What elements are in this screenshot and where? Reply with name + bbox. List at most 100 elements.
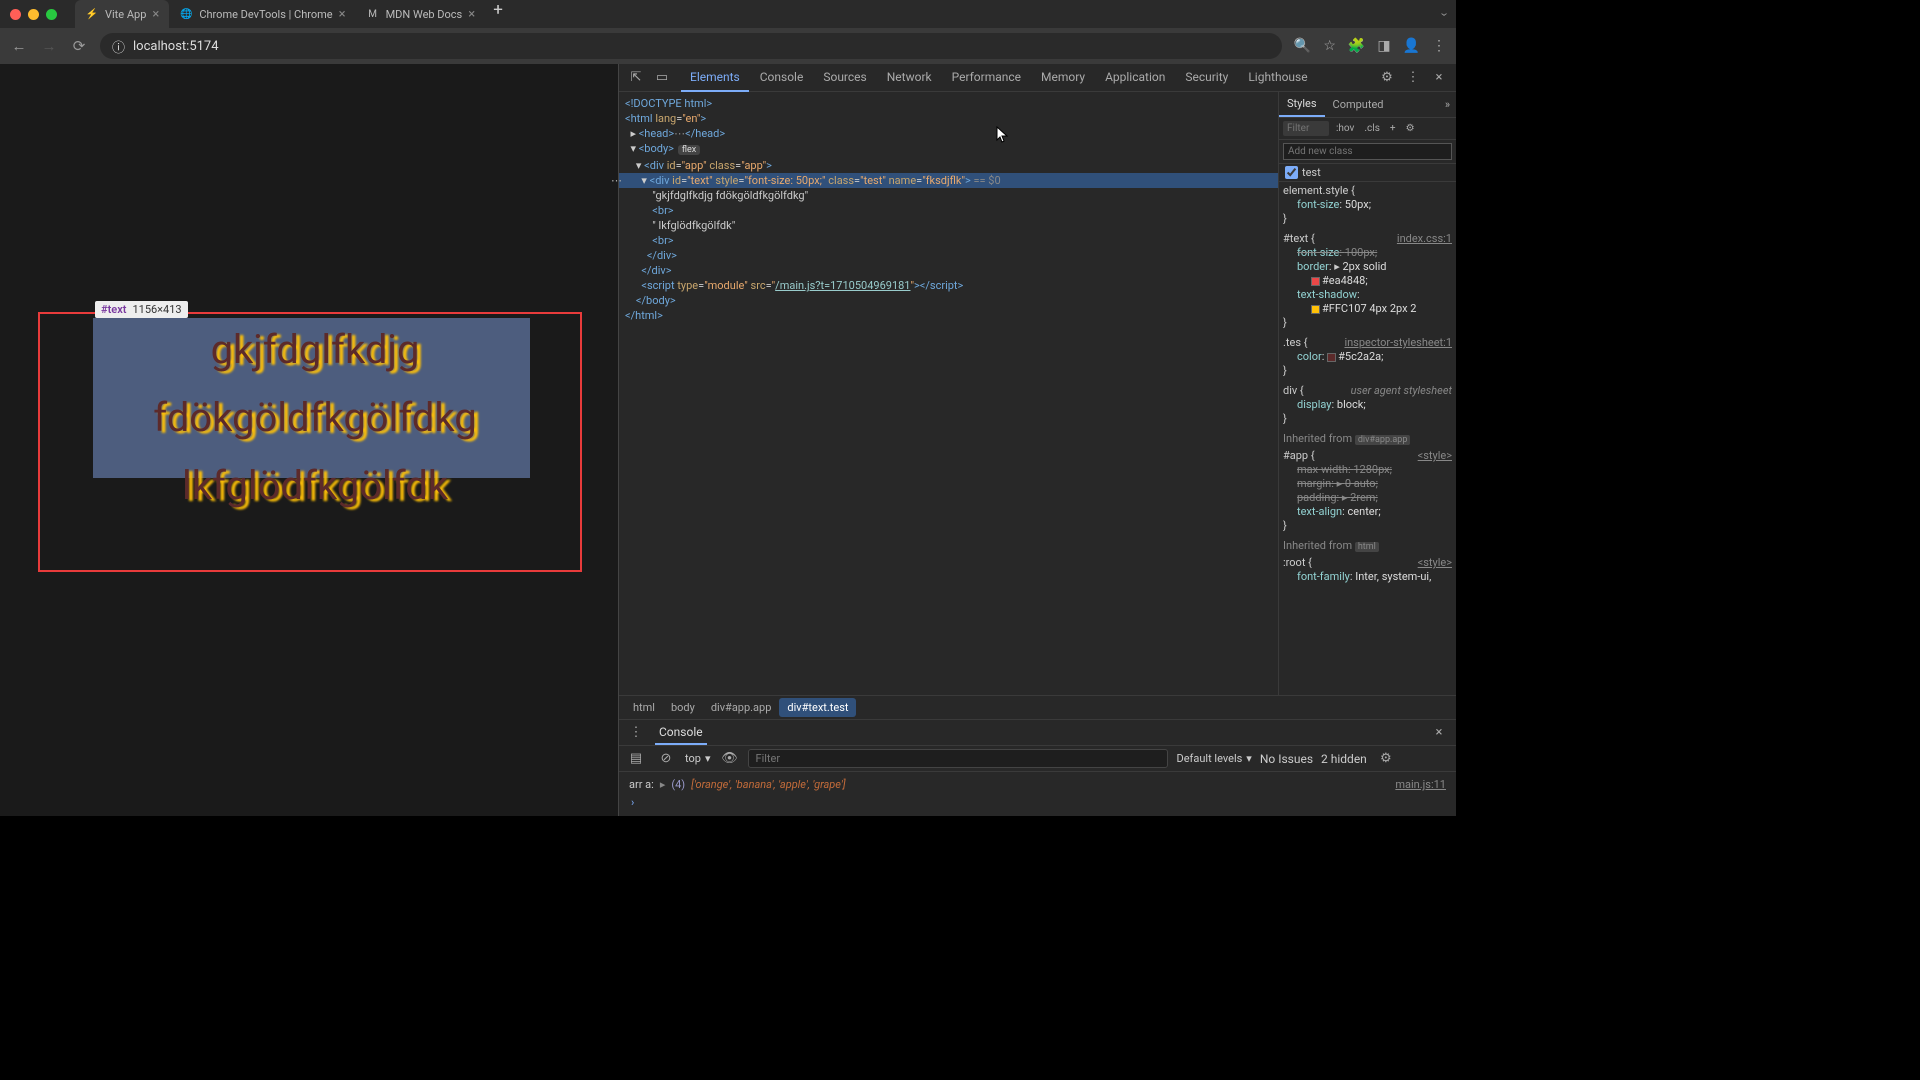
source-link[interactable]: <style> [1418, 556, 1452, 570]
site-info-icon[interactable]: ⓘ [112, 37, 125, 56]
browser-tabs: ⚡ Vite App × 🌐 Chrome DevTools | Chrome … [75, 0, 511, 28]
devtools-tab-memory[interactable]: Memory [1032, 64, 1094, 92]
browser-tab-mdn[interactable]: M MDN Web Docs × [356, 0, 486, 28]
tab-title: Vite App [105, 8, 146, 21]
bookmark-icon[interactable]: ☆ [1323, 38, 1336, 54]
styles-settings-icon[interactable]: ⚙ [1403, 123, 1418, 134]
styles-tab-computed[interactable]: Computed [1325, 93, 1392, 116]
console-sidebar-icon[interactable]: ▤ [625, 748, 647, 770]
log-array[interactable]: ['orange', 'banana', 'apple', 'grape'] [691, 776, 845, 794]
styles-filter-bar: :hov .cls + ⚙ [1279, 118, 1456, 140]
close-tab-icon[interactable]: × [468, 7, 475, 22]
breadcrumb-app[interactable]: div#app.app [703, 698, 780, 717]
add-class-input[interactable] [1283, 143, 1452, 160]
forward-button[interactable]: → [40, 37, 58, 55]
breadcrumb-html[interactable]: html [625, 698, 663, 717]
execution-context[interactable]: top ▾ [685, 752, 710, 765]
dom-breadcrumbs: html body div#app.app div#text.test [619, 695, 1456, 719]
inspect-dimensions: 1156×413 [132, 303, 181, 316]
cls-toggle[interactable]: .cls [1361, 123, 1382, 134]
styles-more-icon[interactable]: » [1439, 98, 1456, 111]
source-link[interactable]: inspector-stylesheet:1 [1344, 336, 1452, 350]
drawer-close-icon[interactable]: × [1428, 722, 1450, 744]
devtools-tab-console[interactable]: Console [751, 64, 813, 92]
mouse-cursor [996, 126, 1010, 144]
clear-console-icon[interactable]: ⊘ [655, 748, 677, 770]
close-tab-icon[interactable]: × [339, 7, 346, 22]
css-rules[interactable]: element.style { font-size: 50px; } #text… [1279, 182, 1456, 695]
page-viewport: #text 1156×413 gkjfdglfkdjg fdökgöldfkgö… [0, 64, 618, 816]
devtools-panel: ⇱ ▭ Elements Console Sources Network Per… [618, 64, 1456, 816]
styles-tab-styles[interactable]: Styles [1279, 92, 1325, 117]
close-tab-icon[interactable]: × [152, 7, 159, 22]
page-text-element[interactable]: gkjfdglfkdjg fdökgöldfkgölfdkg lkfglödfk… [65, 316, 565, 520]
devtools-close-icon[interactable]: × [1428, 67, 1450, 89]
devtools-tab-elements[interactable]: Elements [681, 64, 749, 92]
color-swatch[interactable] [1311, 277, 1320, 286]
devtools-tab-network[interactable]: Network [878, 64, 941, 92]
color-swatch[interactable] [1327, 353, 1336, 362]
devtools-tab-security[interactable]: Security [1176, 64, 1237, 92]
log-source-link[interactable]: main.js:11 [1395, 776, 1446, 794]
device-toolbar-icon[interactable]: ▭ [651, 67, 673, 89]
console-settings-icon[interactable]: ⚙ [1375, 748, 1397, 770]
minimize-window-button[interactable] [28, 9, 39, 20]
browser-tab-devtools-docs[interactable]: 🌐 Chrome DevTools | Chrome × [169, 0, 355, 28]
mdn-favicon: M [366, 7, 380, 21]
issues-label[interactable]: No Issues [1260, 752, 1313, 766]
tabs-overflow-icon[interactable]: › [1437, 12, 1452, 16]
zoom-icon[interactable]: 🔍 [1294, 38, 1311, 54]
new-tab-button[interactable]: + [485, 0, 511, 28]
log-label: arr a: [629, 776, 654, 794]
reload-button[interactable]: ⟳ [70, 37, 88, 55]
inspect-element-icon[interactable]: ⇱ [625, 67, 647, 89]
source-link[interactable]: <style> [1418, 449, 1452, 463]
dom-text-node[interactable]: " lkfglödfkgölfdk" [652, 219, 735, 232]
dom-doctype[interactable]: <!DOCTYPE html> [625, 97, 712, 110]
menu-icon[interactable]: ⋮ [1432, 38, 1446, 54]
styles-filter-input[interactable] [1283, 121, 1329, 136]
devtools-settings-icon[interactable]: ⚙ [1376, 67, 1398, 89]
live-expression-icon[interactable]: 👁 [718, 748, 740, 770]
breadcrumb-body[interactable]: body [663, 698, 703, 717]
chrome-favicon: 🌐 [179, 7, 193, 21]
address-bar[interactable]: ⓘ localhost:5174 [100, 33, 1282, 59]
new-style-rule-icon[interactable]: + [1387, 123, 1399, 134]
close-window-button[interactable] [10, 9, 21, 20]
page-line-2: fdökgöldfkgölfdkg [153, 394, 476, 441]
devtools-more-icon[interactable]: ⋮ [1402, 67, 1424, 89]
maximize-window-button[interactable] [46, 9, 57, 20]
dom-text-node[interactable]: "gkjfdglfkdjg fdökgöldfkgölfdkg" [652, 189, 808, 202]
inspect-selector: #text [101, 303, 126, 316]
drawer-tab-console[interactable]: Console [655, 721, 707, 745]
devtools-tab-sources[interactable]: Sources [814, 64, 875, 92]
console-output[interactable]: arr a: ▸ (4) ['orange', 'banana', 'apple… [619, 772, 1456, 816]
flex-badge[interactable]: flex [678, 145, 700, 155]
tab-title: Chrome DevTools | Chrome [199, 8, 332, 21]
class-checkbox[interactable] [1285, 166, 1298, 179]
drawer-menu-icon[interactable]: ⋮ [625, 722, 647, 744]
sidepanel-icon[interactable]: ◨ [1377, 38, 1390, 54]
extensions-icon[interactable]: 🧩 [1348, 38, 1365, 54]
dom-br[interactable]: <br> [652, 204, 673, 217]
browser-toolbar: ← → ⟳ ⓘ localhost:5174 🔍 ☆ 🧩 ◨ 👤 ⋮ [0, 28, 1456, 64]
devtools-tab-application[interactable]: Application [1096, 64, 1174, 92]
dom-selected-node[interactable]: ⋯ ▾ <div id="text" style="font-size: 50p… [619, 173, 1278, 188]
console-filter-input[interactable] [748, 749, 1168, 768]
dom-br[interactable]: <br> [652, 234, 673, 247]
dom-tree[interactable]: <!DOCTYPE html> <html lang="en"> ▸ <head… [619, 92, 1278, 695]
source-link[interactable]: index.css:1 [1397, 232, 1452, 246]
hidden-label[interactable]: 2 hidden [1321, 752, 1367, 766]
browser-tab-vite[interactable]: ⚡ Vite App × [75, 0, 169, 28]
breadcrumb-text[interactable]: div#text.test [779, 698, 856, 717]
styles-pane: Styles Computed » :hov .cls + ⚙ test [1278, 92, 1456, 695]
console-prompt[interactable]: › [629, 794, 1446, 812]
profile-icon[interactable]: 👤 [1403, 38, 1420, 54]
class-toggle-row[interactable]: test [1279, 164, 1456, 182]
color-swatch[interactable] [1311, 305, 1320, 314]
log-levels[interactable]: Default levels ▾ [1176, 752, 1251, 765]
back-button[interactable]: ← [10, 37, 28, 55]
hov-toggle[interactable]: :hov [1333, 123, 1357, 134]
devtools-tab-performance[interactable]: Performance [943, 64, 1030, 92]
devtools-tab-lighthouse[interactable]: Lighthouse [1239, 64, 1316, 92]
